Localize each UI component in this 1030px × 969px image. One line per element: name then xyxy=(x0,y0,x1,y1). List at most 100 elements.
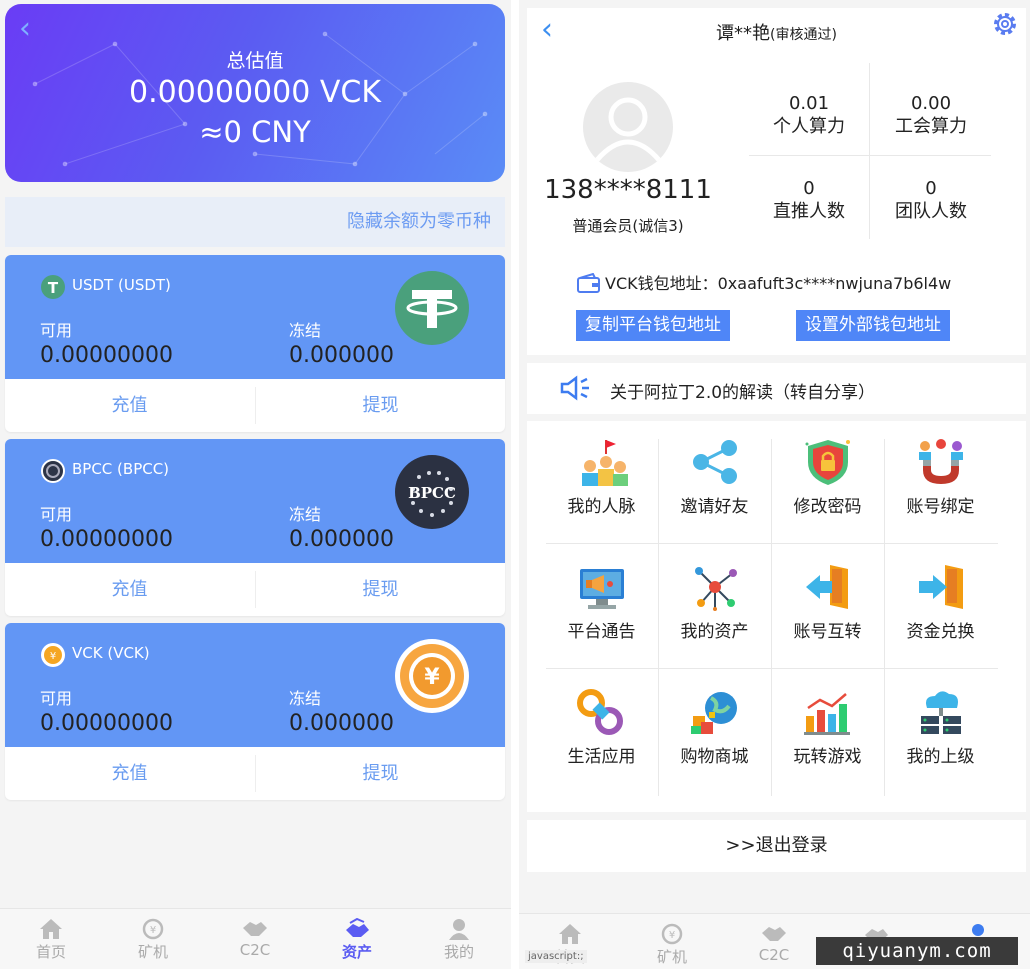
usdt-small-icon: T xyxy=(41,275,65,299)
frozen-label: 冻结 xyxy=(289,505,322,524)
feature-grid: 我的人脉 邀请好友 修改密码 账号绑定 平台通告 我的资产 账号互转 资金兑换 … xyxy=(527,421,1026,812)
total-valuation-title: 总估值 xyxy=(226,50,284,72)
menu-shopping-mall[interactable]: 购物商城 xyxy=(658,671,771,796)
share-icon xyxy=(692,440,737,484)
menu-my-superior[interactable]: 我的上级 xyxy=(884,671,997,796)
set-external-wallet-button[interactable]: 设置外部钱包地址 xyxy=(796,310,950,341)
bpcc-logo-icon: BPCC xyxy=(395,455,469,529)
network-icon xyxy=(581,440,628,486)
transfer-in-icon xyxy=(805,565,848,609)
handshake-icon xyxy=(243,922,267,936)
molecule-icon xyxy=(694,567,737,611)
coin-name: USDT (USDT) xyxy=(72,276,171,294)
exchange-icon xyxy=(918,565,963,609)
bpcc-small-icon xyxy=(41,459,65,483)
user-phone: 138****8111 xyxy=(544,175,712,205)
divider xyxy=(749,155,991,156)
wallet-label: VCK钱包地址： xyxy=(605,274,718,293)
available-value: 0.00000000 xyxy=(40,711,173,736)
vck-logo-text: ¥ xyxy=(424,665,440,690)
menu-my-network[interactable]: 我的人脉 xyxy=(545,421,658,546)
magnet-icon xyxy=(918,439,963,484)
link-status-text: javascript:; xyxy=(525,950,587,963)
shield-lock-icon xyxy=(805,440,850,485)
stat-union-power: 0.00 工会算力 xyxy=(895,93,967,137)
profile-screen: ‹ 谭**艳(审核通过) 138****8111 普通会员(诚信3) 0.01 个… xyxy=(519,0,1030,969)
verification-status: (审核通过) xyxy=(770,27,837,43)
withdraw-button[interactable]: 提现 xyxy=(256,379,505,432)
handshake-icon xyxy=(762,927,786,941)
tab-miner[interactable]: ¥ 矿机 xyxy=(621,914,723,969)
vck-logo-icon: ¥ xyxy=(395,639,469,713)
home-icon xyxy=(40,919,62,939)
deposit-button[interactable]: 充值 xyxy=(5,747,254,800)
hide-zero-balance-toggle[interactable]: 隐藏余额为零币种 xyxy=(5,197,505,247)
miner-icon: ¥ xyxy=(661,923,683,945)
menu-account-transfer[interactable]: 账号互转 xyxy=(771,546,884,671)
svg-text:¥: ¥ xyxy=(150,925,156,936)
svg-text:¥: ¥ xyxy=(669,930,675,941)
bar-chart-icon xyxy=(803,693,850,735)
frozen-value: 0.000000 xyxy=(289,527,394,552)
frozen-label: 冻结 xyxy=(289,321,322,340)
frozen-value: 0.000000 xyxy=(289,711,394,736)
coin-card-vck: ¥ VCK (VCK) ¥ 可用 冻结 0.00000000 0.000000 … xyxy=(5,623,505,800)
copy-platform-wallet-button[interactable]: 复制平台钱包地址 xyxy=(576,310,730,341)
menu-my-assets[interactable]: 我的资产 xyxy=(658,546,771,671)
menu-life-apps[interactable]: 生活应用 xyxy=(545,671,658,796)
logout-button[interactable]: >>退出登录 xyxy=(527,820,1026,872)
page-title: 谭**艳(审核通过) xyxy=(716,23,837,44)
tab-mine[interactable]: 我的 xyxy=(408,909,510,969)
globe-icon xyxy=(690,692,737,734)
miner-icon: ¥ xyxy=(142,918,164,940)
available-value: 0.00000000 xyxy=(40,343,173,368)
profile-card: ‹ 谭**艳(审核通过) 138****8111 普通会员(诚信3) 0.01 个… xyxy=(527,8,1026,355)
tab-c2c[interactable]: C2C xyxy=(204,909,306,969)
stat-direct-referrals: 0 直推人数 xyxy=(773,178,845,222)
gear-icon[interactable] xyxy=(991,10,1019,38)
total-valuation-cny: ≈0 CNY xyxy=(199,115,311,149)
announcement-bar[interactable]: 关于阿拉丁2.0的解读（转自分享） xyxy=(527,363,1026,414)
stat-team-size: 0 团队人数 xyxy=(895,178,967,222)
menu-change-password[interactable]: 修改密码 xyxy=(771,421,884,546)
svg-text:¥: ¥ xyxy=(50,651,56,662)
frozen-label: 冻结 xyxy=(289,689,322,708)
divider xyxy=(869,63,870,239)
home-icon xyxy=(559,924,581,944)
withdraw-button[interactable]: 提现 xyxy=(256,747,505,800)
menu-platform-notice[interactable]: 平台通告 xyxy=(545,546,658,671)
svg-text:T: T xyxy=(48,279,59,297)
announcement-text: 关于阿拉丁2.0的解读（转自分享） xyxy=(610,383,876,403)
deposit-button[interactable]: 充值 xyxy=(5,563,254,616)
coin-card-bpcc: BPCC (BPCC) BPCC 可用 冻结 0.00000000 0.0000… xyxy=(5,439,505,616)
coin-card-usdt: T USDT (USDT) 可用 冻结 0.00000000 0.000000 … xyxy=(5,255,505,432)
wallet-icon xyxy=(577,272,600,293)
bottom-tab-bar: 首页 ¥ 矿机 C2C 资产 我的 xyxy=(0,908,511,969)
tab-home[interactable]: 首页 xyxy=(0,909,102,969)
megaphone-icon xyxy=(579,569,624,609)
withdraw-button[interactable]: 提现 xyxy=(256,563,505,616)
tab-c2c[interactable]: C2C xyxy=(723,914,825,969)
total-valuation-amount: 0.00000000 VCK xyxy=(129,75,381,110)
deposit-button[interactable]: 充值 xyxy=(5,379,254,432)
coin-name: VCK (VCK) xyxy=(72,644,150,662)
usdt-logo-icon xyxy=(395,271,469,345)
tab-miner[interactable]: ¥ 矿机 xyxy=(102,909,204,969)
vck-small-icon: ¥ xyxy=(41,643,65,667)
available-label: 可用 xyxy=(40,505,73,524)
menu-play-games[interactable]: 玩转游戏 xyxy=(771,671,884,796)
menu-invite-friends[interactable]: 邀请好友 xyxy=(658,421,771,546)
tab-assets[interactable]: 资产 xyxy=(306,909,408,969)
wallet-address-row: VCK钱包地址：0xaafuft3c****nwjuna7b6l4w xyxy=(577,270,951,294)
member-level: 普通会员(诚信3) xyxy=(572,217,684,235)
wallet-address: 0xaafuft3c****nwjuna7b6l4w xyxy=(717,274,952,293)
avatar[interactable] xyxy=(583,82,673,172)
back-chevron-icon[interactable]: ‹ xyxy=(19,14,31,44)
assets-screen: ‹ 总估值 0.00000000 VCK ≈0 CNY 隐藏余额为零币种 T U… xyxy=(0,0,511,969)
stat-personal-power: 0.01 个人算力 xyxy=(773,93,845,137)
available-value: 0.00000000 xyxy=(40,527,173,552)
available-label: 可用 xyxy=(40,321,73,340)
coin-name: BPCC (BPCC) xyxy=(72,460,170,478)
menu-account-binding[interactable]: 账号绑定 xyxy=(884,421,997,546)
menu-fund-exchange[interactable]: 资金兑换 xyxy=(884,546,997,671)
